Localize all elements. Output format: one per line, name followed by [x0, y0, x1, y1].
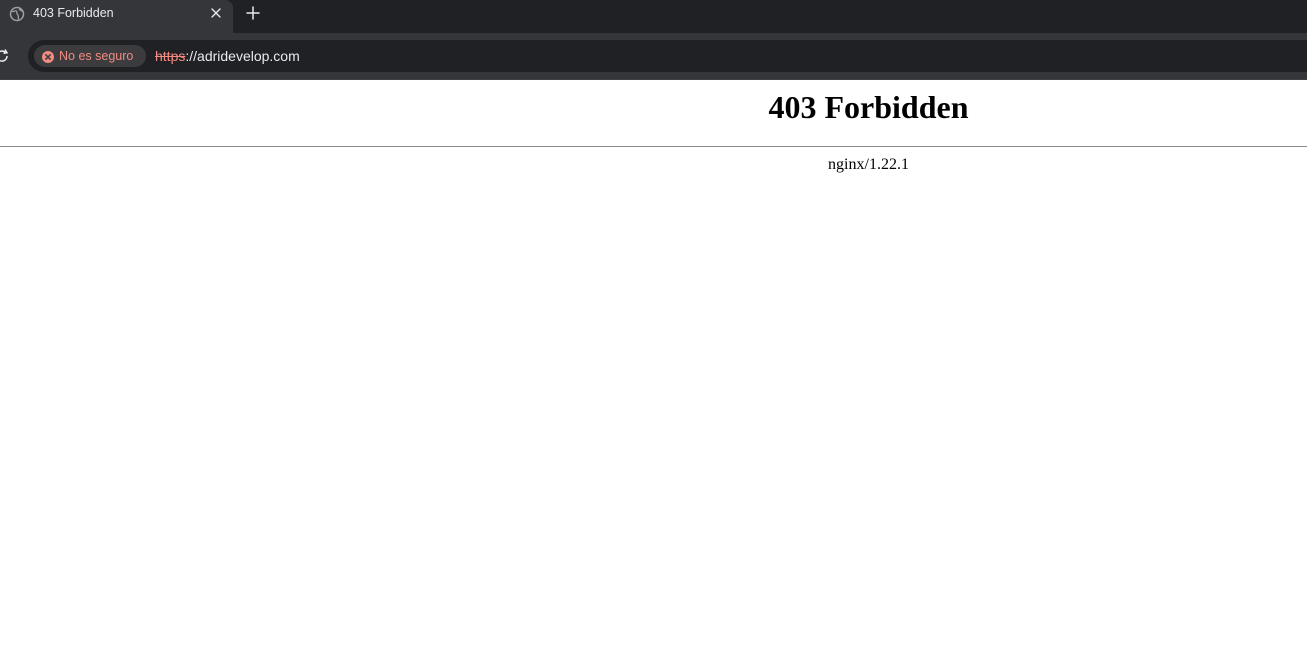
security-chip[interactable]: No es seguro [34, 45, 146, 67]
error-circle-icon [42, 50, 54, 63]
url-host: ://adridevelop.com [185, 48, 300, 64]
plus-icon[interactable] [243, 3, 263, 23]
close-icon[interactable] [207, 4, 225, 22]
toolbar: No es seguro https://adridevelop.com [0, 33, 1307, 79]
omnibox[interactable]: No es seguro https://adridevelop.com [28, 40, 1307, 72]
url-field[interactable]: https://adridevelop.com [155, 47, 300, 65]
page-content: 403 Forbidden nginx/1.22.1 [0, 80, 1307, 651]
url-scheme: https [155, 48, 186, 64]
browser-window: 403 Forbidden No es seguro https://adrid… [0, 0, 1307, 651]
divider [0, 146, 1307, 147]
tab-active[interactable]: 403 Forbidden [0, 0, 233, 33]
tab-title: 403 Forbidden [33, 6, 114, 20]
tab-strip: 403 Forbidden [0, 0, 1307, 33]
globe-icon [9, 6, 25, 22]
reload-icon[interactable] [0, 48, 10, 64]
page-title: 403 Forbidden [768, 89, 969, 125]
server-signature: nginx/1.22.1 [828, 156, 909, 173]
security-label: No es seguro [59, 49, 134, 63]
